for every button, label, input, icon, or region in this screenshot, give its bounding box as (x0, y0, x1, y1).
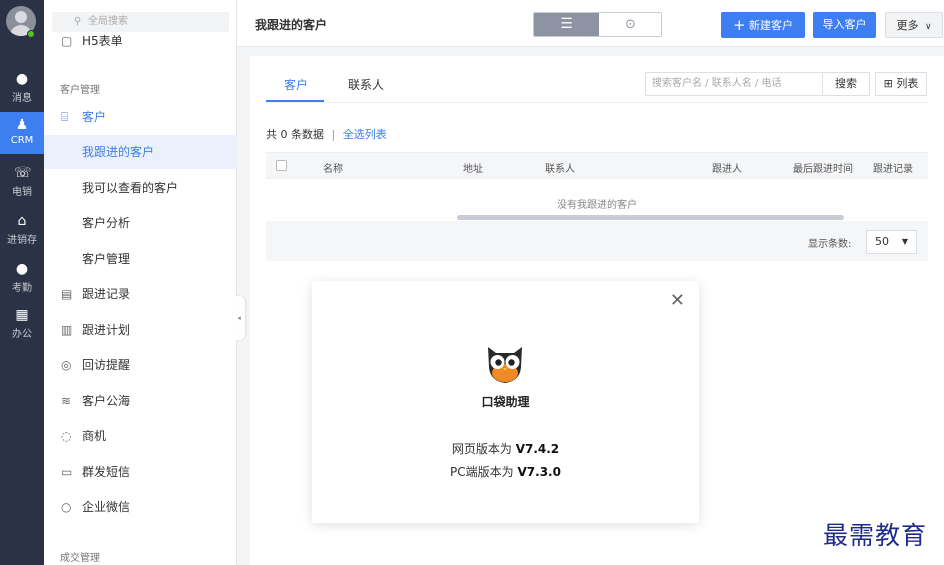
location-pin-icon: ● (15, 261, 29, 277)
record-count: 共 0 条数据 | 全选列表 (266, 128, 387, 141)
horizontal-scrollbar[interactable] (457, 215, 844, 220)
wechat-icon: ○ (61, 500, 72, 514)
online-status-dot (27, 30, 35, 38)
sidebar-item-viewable-customers[interactable]: 我可以查看的客户 (44, 171, 237, 205)
select-all-link[interactable]: 全选列表 (343, 128, 387, 141)
web-version-line: 网页版本为 V7.4.2 (451, 442, 560, 456)
opportunity-icon: ◌ (61, 429, 72, 443)
view-switcher: ☰ ⊙ (533, 12, 662, 37)
list-icon: ☰ (560, 16, 573, 32)
sidebar-item-customer-pool[interactable]: ≋ 客户公海 (44, 384, 237, 418)
column-header-address[interactable]: 地址 (463, 160, 483, 175)
waves-icon: ≋ (61, 394, 72, 408)
section-title-customer: 客户管理 (60, 85, 100, 96)
caret-down-icon: ▼ (901, 237, 908, 246)
search-button[interactable]: 搜索 (822, 72, 870, 96)
rail-item-inventory[interactable]: ⌂ 进销存 (0, 208, 44, 250)
rail-item-office[interactable]: ▦ 办公 (0, 302, 44, 344)
crm-user-icon: ♟ (15, 117, 29, 133)
rail-item-telesales[interactable]: ☏ 电销 (0, 160, 44, 202)
warehouse-icon: ⌂ (17, 213, 27, 229)
map-view-toggle[interactable]: ⊙ (599, 13, 661, 36)
empty-state-text: 没有我跟进的客户 (557, 200, 637, 211)
calendar-icon: ▤ (61, 287, 73, 301)
column-header-follower[interactable]: 跟进人 (712, 160, 742, 175)
column-header-last-follow-time[interactable]: 最后跟进时间 (793, 160, 853, 175)
sidebar-item-my-customers[interactable]: 我跟进的客户 (44, 135, 237, 169)
chevron-left-icon: ◂ (237, 314, 241, 322)
rail-item-crm[interactable]: ♟ CRM (0, 112, 44, 154)
page-size-label: 显示条数: (808, 239, 852, 250)
grid-apps-icon: ▦ (15, 307, 29, 323)
sidebar-item-bulk-sms[interactable]: ▭ 群发短信 (44, 455, 237, 489)
building-icon: ⌸ (61, 110, 69, 124)
alarm-icon: ◎ (61, 358, 72, 372)
top-bar: 我跟进的客户 ☰ ⊙ + 新建客户 导入客户 更多 ∨ (237, 0, 944, 47)
plan-icon: ▥ (61, 323, 73, 337)
close-icon[interactable]: ✕ (670, 291, 685, 311)
sidebar-item-opportunity[interactable]: ◌ 商机 (44, 419, 237, 453)
sidebar-collapse-handle[interactable]: ◂ (233, 296, 245, 340)
owl-logo-icon (488, 347, 522, 383)
pc-version-line: PC端版本为 V7.3.0 (450, 465, 561, 479)
brand-name: 口袋助理 (481, 395, 530, 409)
message-icon: ● (15, 71, 29, 87)
version-dialog: ✕ 口袋助理 网页版本为 V7.4.2 PC端版本为 V7.3.0 (312, 281, 699, 523)
table-icon: ⊞ (883, 77, 893, 90)
sidebar-item-customer-management[interactable]: 客户管理 (44, 242, 237, 276)
table-header: 名称 地址 联系人 跟进人 最后跟进时间 跟进记录 (266, 152, 928, 179)
page-size-select[interactable]: 50 ▼ (866, 230, 917, 254)
column-header-follow-records[interactable]: 跟进记录 (873, 160, 913, 175)
sidebar-item-wecom[interactable]: ○ 企业微信 (44, 490, 237, 524)
select-all-checkbox[interactable] (276, 160, 287, 171)
map-pin-icon: ⊙ (625, 17, 636, 32)
watermark-text: 最需教育 (823, 521, 928, 550)
sidebar-item-h5-form[interactable]: ▢ H5表单 (44, 24, 237, 50)
sms-icon: ▭ (61, 465, 73, 479)
column-header-name[interactable]: 名称 (323, 160, 343, 175)
sidebar: ⚲ 全局搜索 ▢ H5表单 客户管理 ⌸ 客户 我跟进的客户 我可以查看的客户 … (44, 0, 237, 565)
sidebar-item-customer[interactable]: ⌸ 客户 (44, 100, 237, 134)
new-customer-button[interactable]: + 新建客户 (721, 12, 805, 38)
sidebar-item-visit-reminder[interactable]: ◎ 回访提醒 (44, 348, 237, 382)
tab-divider (266, 102, 928, 103)
sidebar-item-follow-plan[interactable]: ▥ 跟进计划 (44, 313, 237, 347)
rail-item-attendance[interactable]: ● 考勤 (0, 256, 44, 298)
more-button[interactable]: 更多 ∨ (885, 12, 943, 38)
import-customer-button[interactable]: 导入客户 (813, 12, 876, 38)
table-footer: 显示条数: 50 ▼ (266, 221, 928, 261)
phone-icon: ☏ (14, 165, 32, 181)
rail-item-message[interactable]: ● 消息 (0, 66, 44, 108)
customer-search-input[interactable]: 搜索客户名 / 联系人名 / 电话 (645, 72, 823, 96)
app-rail: ● 消息 ♟ CRM ☏ 电销 ⌂ 进销存 ● 考勤 ▦ 办公 (0, 0, 44, 565)
tab-contact[interactable]: 联系人 (348, 76, 384, 93)
form-icon: ▢ (61, 34, 73, 48)
sidebar-item-follow-records[interactable]: ▤ 跟进记录 (44, 277, 237, 311)
page-title: 我跟进的客户 (255, 18, 328, 32)
section-title-deal: 成交管理 (60, 553, 100, 564)
list-columns-button[interactable]: ⊞ 列表 (875, 72, 927, 96)
pc-version-value: V7.3.0 (517, 465, 561, 479)
column-header-contact[interactable]: 联系人 (545, 160, 575, 175)
list-view-toggle[interactable]: ☰ (534, 13, 599, 36)
plus-icon: + (732, 16, 746, 34)
sidebar-item-customer-analysis[interactable]: 客户分析 (44, 206, 237, 240)
active-tab-indicator (266, 100, 324, 102)
tab-customer[interactable]: 客户 (284, 76, 308, 93)
chevron-down-icon: ∨ (924, 22, 932, 32)
web-version-value: V7.4.2 (515, 442, 560, 456)
